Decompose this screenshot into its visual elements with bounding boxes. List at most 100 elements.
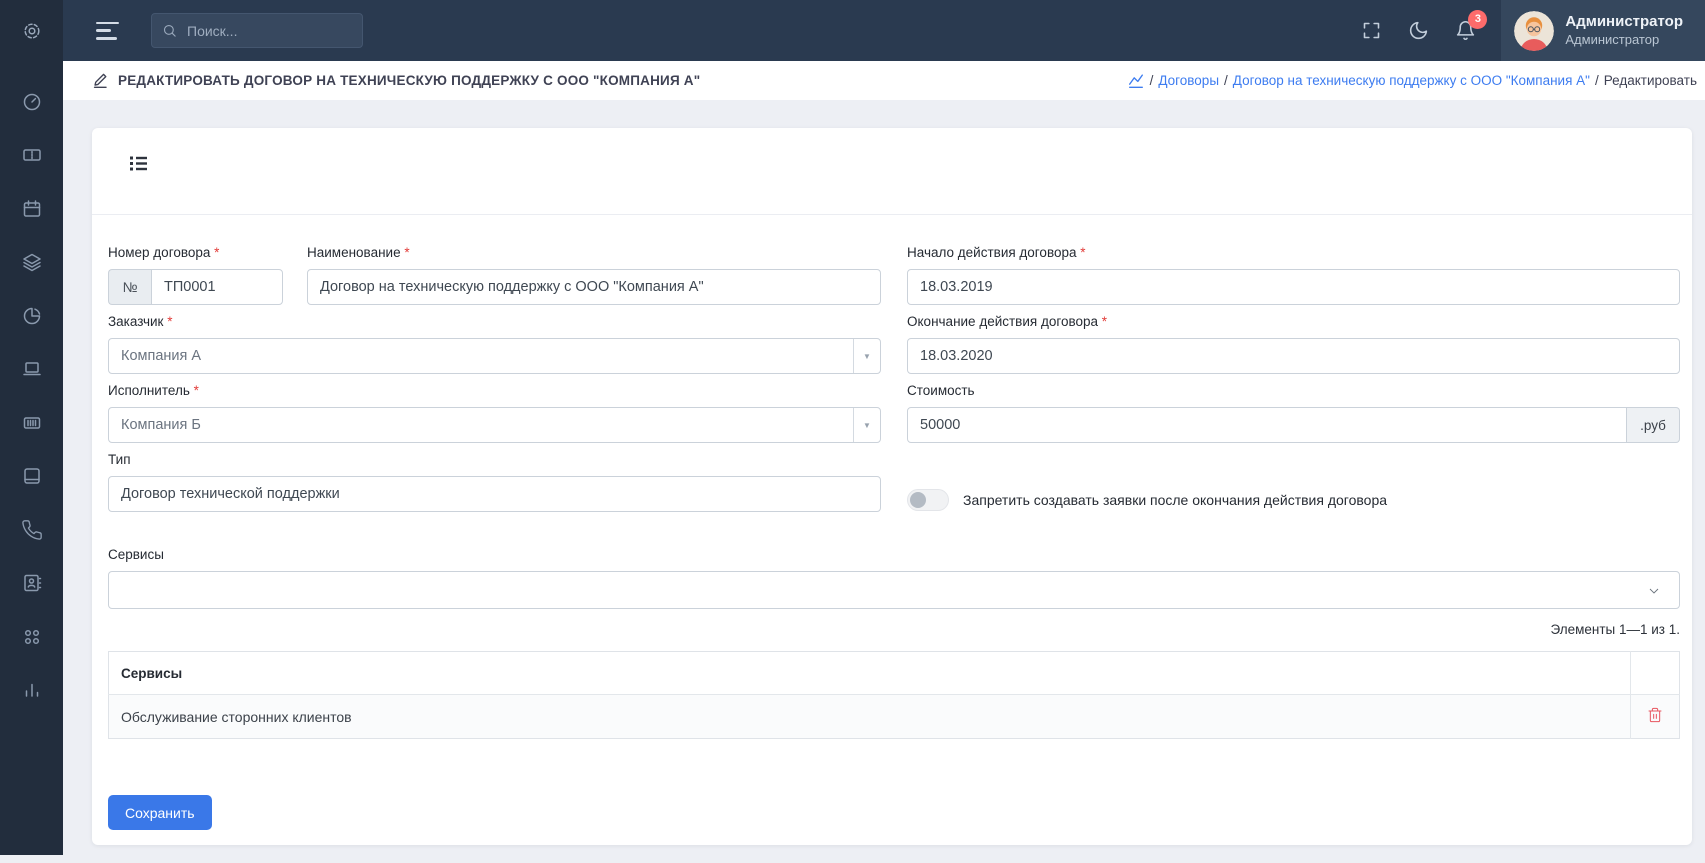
table-header-row: Сервисы xyxy=(109,652,1680,695)
notifications-badge: 3 xyxy=(1468,10,1487,29)
book-icon xyxy=(21,465,43,487)
page-header: РЕДАКТИРОВАТЬ ДОГОВОР НА ТЕХНИЧЕСКУЮ ПОД… xyxy=(63,61,1705,100)
sidebar-nav xyxy=(0,61,63,717)
search-input[interactable] xyxy=(185,22,352,40)
phone-icon xyxy=(21,519,43,541)
delete-service-button[interactable] xyxy=(1647,707,1663,723)
number-prefix: № xyxy=(108,269,151,305)
chevron-down-icon: ▼ xyxy=(853,408,880,442)
notifications-button[interactable]: 3 xyxy=(1453,19,1477,43)
field-customer: Заказчик * Компания А ▼ xyxy=(108,314,881,374)
topbar: 3 Администра xyxy=(63,0,1705,61)
app-root: 3 Администра xyxy=(0,0,1705,863)
required-asterisk: * xyxy=(1102,314,1107,329)
barcode-icon xyxy=(21,412,43,434)
field-contract-name: Наименование * xyxy=(307,245,881,305)
contacts-icon xyxy=(21,572,43,594)
details-tab-button[interactable] xyxy=(128,153,149,174)
required-asterisk: * xyxy=(1080,245,1085,260)
save-button[interactable]: Сохранить xyxy=(108,795,212,830)
pie-chart-icon xyxy=(21,305,43,327)
breadcrumb: / Договоры / Договор на техническую подд… xyxy=(1127,72,1697,90)
layers-icon xyxy=(21,251,43,273)
laptop-icon xyxy=(21,358,43,380)
contract-type-input[interactable] xyxy=(108,476,881,512)
fullscreen-icon xyxy=(1361,20,1382,41)
fullscreen-button[interactable] xyxy=(1359,19,1383,43)
apps-icon xyxy=(21,626,43,648)
field-end-date: Окончание действия договора * xyxy=(907,314,1680,374)
sidebar-item-contacts[interactable] xyxy=(0,557,63,611)
dark-mode-button[interactable] xyxy=(1406,19,1430,43)
forbid-requests-label: Запретить создавать заявки после окончан… xyxy=(963,492,1387,508)
sidebar-item-settings[interactable] xyxy=(0,0,63,61)
start-date-input[interactable] xyxy=(907,269,1680,305)
sidebar-item-apps[interactable] xyxy=(0,610,63,664)
sidebar-item-workstations[interactable] xyxy=(0,343,63,397)
user-texts: Администратор Администратор xyxy=(1565,13,1683,48)
home-chart-icon[interactable] xyxy=(1127,72,1145,90)
sidebar-item-reports[interactable] xyxy=(0,289,63,343)
list-icon xyxy=(128,153,149,174)
services-summary: Элементы 1—1 из 1. xyxy=(108,622,1680,637)
sidebar-item-knowledge[interactable] xyxy=(0,450,63,504)
table-row: Обслуживание сторонних клиентов xyxy=(109,695,1680,739)
sidebar-item-analytics[interactable] xyxy=(0,664,63,718)
sidebar-item-dashboard[interactable] xyxy=(0,75,63,129)
search-icon xyxy=(162,23,177,38)
breadcrumb-link-contracts[interactable]: Договоры xyxy=(1158,73,1219,88)
dashboard-icon xyxy=(21,91,43,113)
services-select[interactable] xyxy=(108,571,1680,609)
currency-suffix: .руб xyxy=(1627,407,1680,443)
sidebar-item-tickets[interactable] xyxy=(0,129,63,183)
content: Номер договора * № Наименован xyxy=(63,100,1705,863)
form-left-column: Номер договора * № Наименован xyxy=(108,245,881,521)
avatar xyxy=(1514,11,1554,51)
field-start-date: Начало действия договора * xyxy=(907,245,1680,305)
avatar-image xyxy=(1514,11,1554,51)
forbid-requests-row: Запретить создавать заявки после окончан… xyxy=(907,489,1680,511)
forbid-requests-toggle[interactable] xyxy=(907,489,949,511)
card-tabs xyxy=(92,128,1692,215)
cost-input[interactable] xyxy=(907,407,1627,443)
contract-form: Номер договора * № Наименован xyxy=(92,215,1692,830)
sidebar-item-assets[interactable] xyxy=(0,396,63,450)
search-box[interactable] xyxy=(151,13,363,48)
services-table: Сервисы Обслуживание сторонних клиентов xyxy=(108,651,1680,739)
form-right-column: Начало действия договора * Окончание дей… xyxy=(907,245,1680,521)
customer-select[interactable]: Компания А ▼ xyxy=(108,338,881,374)
actions-column-header xyxy=(1631,652,1680,695)
service-name-cell: Обслуживание сторонних клиентов xyxy=(109,695,1631,739)
chevron-down-icon: ▼ xyxy=(853,339,880,373)
user-menu[interactable]: Администратор Администратор xyxy=(1501,0,1705,61)
gear-icon xyxy=(21,20,43,42)
field-contract-number: Номер договора * № xyxy=(108,245,283,305)
menu-icon xyxy=(96,22,119,25)
field-executor: Исполнитель * Компания Б ▼ xyxy=(108,383,881,443)
breadcrumb-link-contract[interactable]: Договор на техническую поддержку с ООО "… xyxy=(1233,73,1590,88)
required-asterisk: * xyxy=(167,314,172,329)
field-cost: Стоимость .руб xyxy=(907,383,1680,443)
bar-chart-icon xyxy=(21,679,43,701)
trash-icon xyxy=(1647,707,1663,723)
calendar-icon xyxy=(21,198,43,220)
contract-name-input[interactable] xyxy=(307,269,881,305)
end-date-input[interactable] xyxy=(907,338,1680,374)
page-title: РЕДАКТИРОВАТЬ ДОГОВОР НА ТЕХНИЧЕСКУЮ ПОД… xyxy=(92,72,700,89)
contract-number-input[interactable] xyxy=(151,269,283,305)
chevron-down-icon xyxy=(1646,583,1662,599)
sidebar-item-calls[interactable] xyxy=(0,503,63,557)
topbar-actions: 3 xyxy=(1359,19,1477,43)
breadcrumb-current: Редактировать xyxy=(1604,73,1697,88)
executor-select[interactable]: Компания Б ▼ xyxy=(108,407,881,443)
sidebar-item-calendar[interactable] xyxy=(0,182,63,236)
user-role: Администратор xyxy=(1565,32,1683,48)
user-name: Администратор xyxy=(1565,13,1683,32)
field-type: Тип xyxy=(108,452,881,512)
required-asterisk: * xyxy=(214,245,219,260)
field-services: Сервисы xyxy=(108,547,1680,609)
sidebar xyxy=(0,0,63,855)
sidebar-item-layers[interactable] xyxy=(0,236,63,290)
edit-contract-card: Номер договора * № Наименован xyxy=(92,128,1692,845)
menu-toggle-button[interactable] xyxy=(96,22,120,40)
